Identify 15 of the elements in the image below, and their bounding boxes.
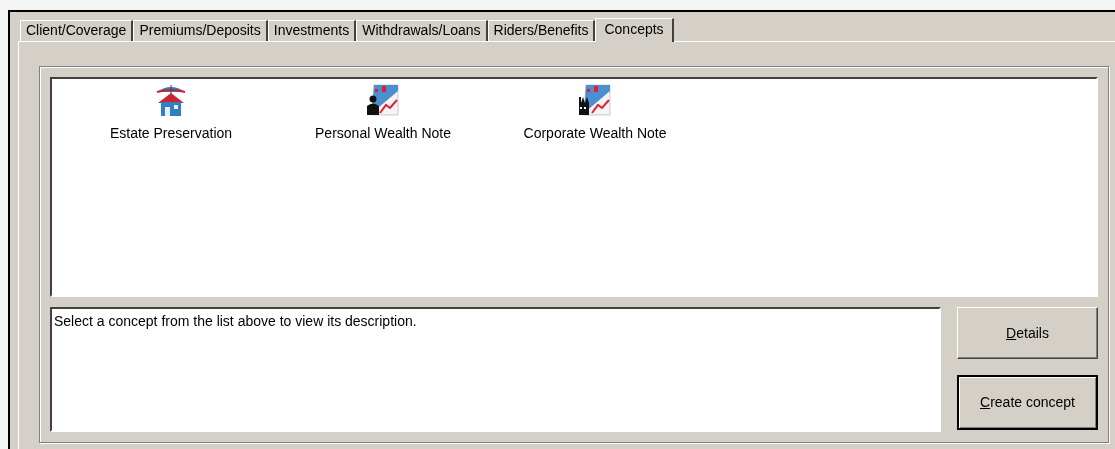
concept-item[interactable]: Estate Preservation [80,81,262,144]
factory-chart-icon [578,83,612,117]
description-box: Select a concept from the list above to view its description. [50,307,941,432]
concept-item[interactable]: Corporate Wealth Note [504,81,686,144]
tab[interactable]: Investments [267,20,357,41]
tab[interactable]: Client/Coverage [20,20,134,41]
concept-item[interactable]: Personal Wealth Note [292,81,474,144]
action-button[interactable]: Details [957,307,1098,359]
tab[interactable]: Concepts [595,18,674,42]
tab[interactable]: Riders/Benefits [487,20,596,41]
tab[interactable]: Premiums/Deposits [133,20,268,41]
person-chart-icon [366,83,400,117]
house-umbrella-icon [154,83,188,117]
action-button[interactable]: Create concept [957,375,1098,430]
tab[interactable]: Withdrawals/Loans [356,20,488,41]
